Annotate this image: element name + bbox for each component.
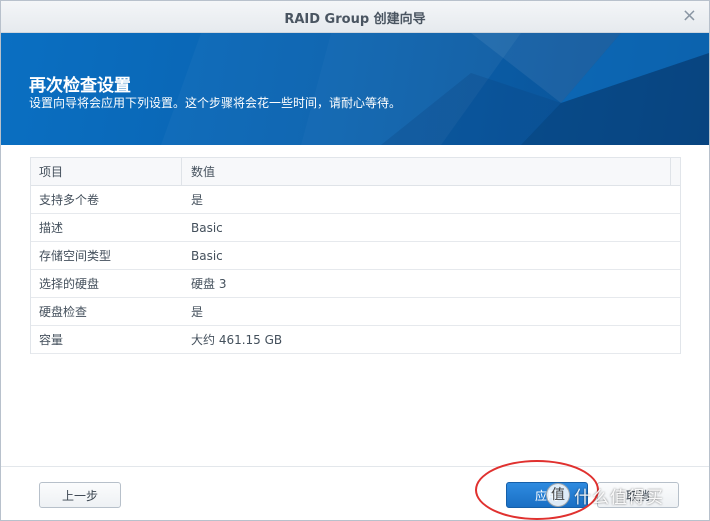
header-item: 项目 <box>31 158 182 185</box>
cancel-button[interactable]: 取消 <box>597 482 679 508</box>
header-scroll-gap <box>671 158 680 185</box>
row-value: 硬盘 3 <box>191 277 227 291</box>
title-bar: RAID Group 创建向导 × <box>1 1 709 33</box>
wizard-footer: 上一步 应用 取消 <box>1 466 709 520</box>
table-row: 存储空间类型 Basic <box>31 242 680 270</box>
row-item: 描述 <box>39 221 64 235</box>
header-value: 数值 <box>182 158 671 185</box>
row-item: 硬盘检查 <box>39 305 88 319</box>
window-title: RAID Group 创建向导 <box>284 12 426 27</box>
table-row: 硬盘检查 是 <box>31 298 680 326</box>
table-header-row: 项目 数值 <box>31 158 680 186</box>
close-icon[interactable]: × <box>682 5 697 27</box>
table-row: 选择的硬盘 硬盘 3 <box>31 270 680 298</box>
table-row: 支持多个卷 是 <box>31 186 680 214</box>
apply-button[interactable]: 应用 <box>506 482 588 508</box>
row-value: 大约 461.15 GB <box>191 333 283 347</box>
raid-wizard-window: RAID Group 创建向导 × 再次检查设置 设置向导将会应用下列设置。这个… <box>0 0 710 521</box>
previous-button[interactable]: 上一步 <box>39 482 121 508</box>
wizard-banner: 再次检查设置 设置向导将会应用下列设置。这个步骤将会花一些时间，请耐心等待。 <box>1 33 709 145</box>
row-item: 选择的硬盘 <box>39 277 100 291</box>
row-item: 存储空间类型 <box>39 249 112 263</box>
row-value: Basic <box>191 248 223 263</box>
row-value: 是 <box>191 193 204 207</box>
table-row: 描述 Basic <box>31 214 680 242</box>
row-item: 支持多个卷 <box>39 193 100 207</box>
row-value: 是 <box>191 305 204 319</box>
settings-table: 项目 数值 支持多个卷 是 描述 Basic 存储空间类型 Basic 选择的硬… <box>30 157 681 354</box>
table-row: 容量 大约 461.15 GB <box>31 326 680 354</box>
row-value: Basic <box>191 220 223 235</box>
banner-subheading: 设置向导将会应用下列设置。这个步骤将会花一些时间，请耐心等待。 <box>29 96 402 110</box>
row-item: 容量 <box>39 333 64 347</box>
banner-heading: 再次检查设置 <box>29 76 131 96</box>
